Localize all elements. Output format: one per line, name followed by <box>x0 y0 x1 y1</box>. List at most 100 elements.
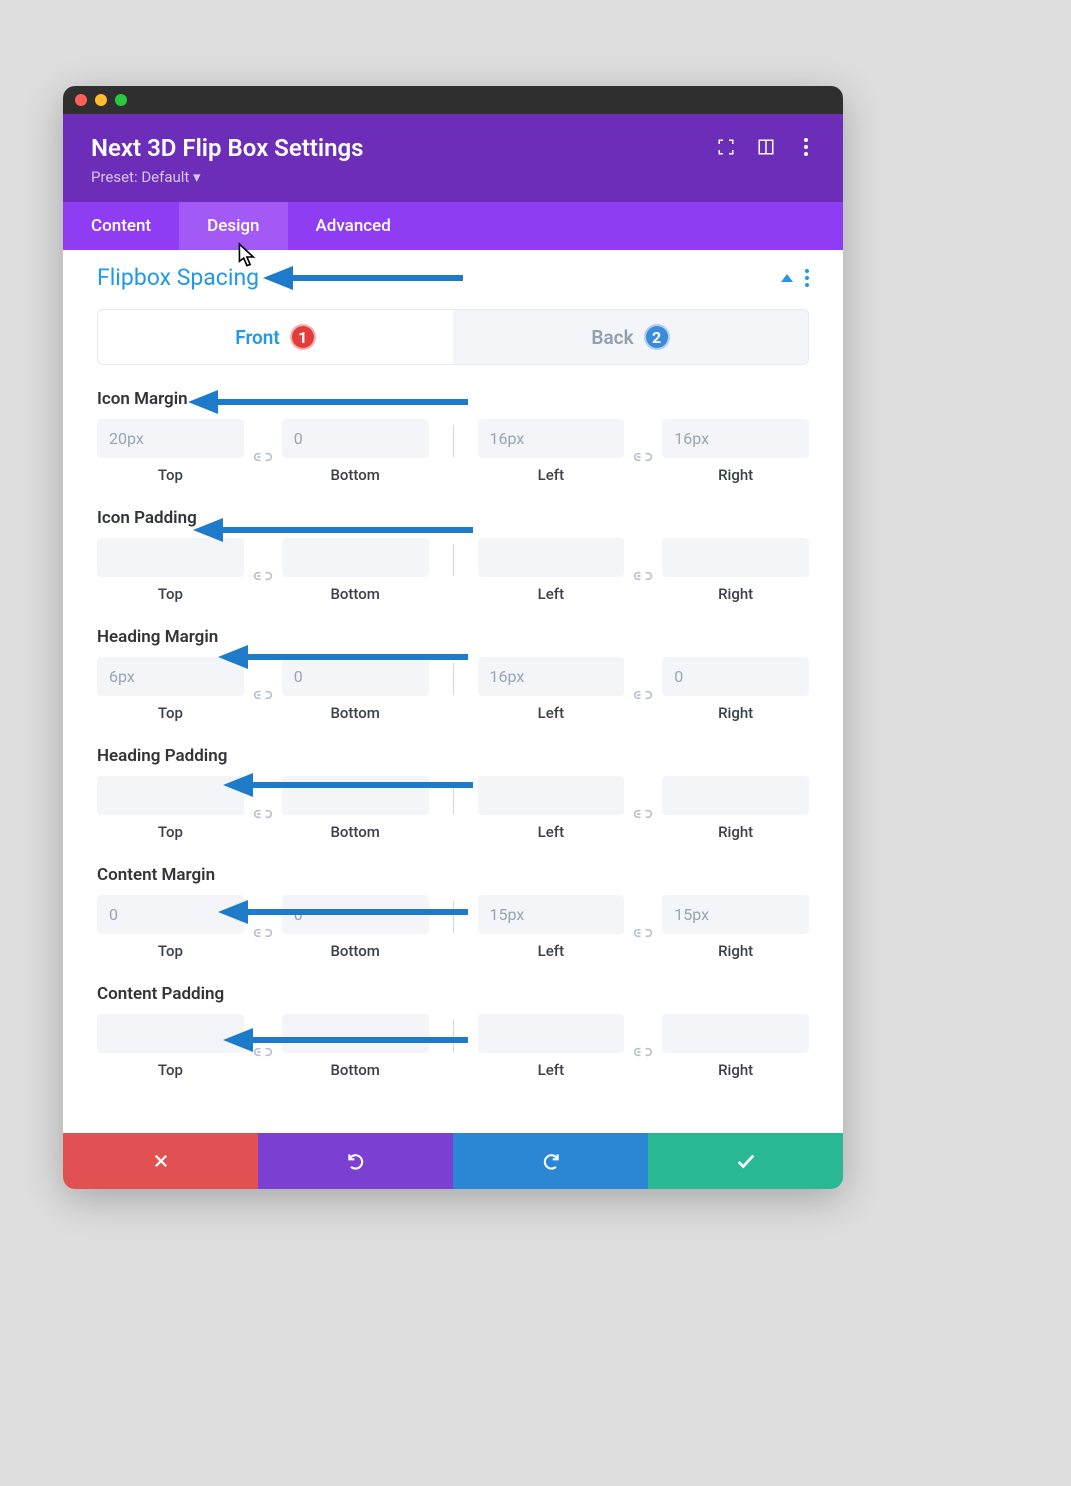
modal-footer <box>63 1133 843 1189</box>
caption-bottom: Bottom <box>282 823 429 841</box>
heading-margin-group: Heading Margin Top Bottom Left Right <box>97 627 809 722</box>
save-button[interactable] <box>648 1133 843 1189</box>
divider <box>453 901 454 933</box>
caption-left: Left <box>478 466 625 484</box>
contentPadding-left-input[interactable] <box>478 1014 625 1053</box>
field-label: Icon Padding <box>97 508 809 528</box>
divider <box>453 544 454 576</box>
link-icon[interactable] <box>244 657 282 722</box>
badge-1: 1 <box>290 324 316 350</box>
modal-title: Next 3D Flip Box Settings <box>91 134 364 162</box>
caption-left: Left <box>478 942 625 960</box>
headingPadding-right-input[interactable] <box>662 776 809 815</box>
more-icon[interactable] <box>797 138 815 156</box>
contentMargin-bottom-input[interactable] <box>282 895 429 934</box>
divider <box>453 425 454 457</box>
iconPadding-right-input[interactable] <box>662 538 809 577</box>
heading-padding-group: Heading Padding Top Bottom Left Right <box>97 746 809 841</box>
headingMargin-right-input[interactable] <box>662 657 809 696</box>
link-icon[interactable] <box>244 776 282 841</box>
caption-bottom: Bottom <box>282 585 429 603</box>
subtab-back-label: Back <box>591 326 633 349</box>
caption-right: Right <box>662 704 809 722</box>
iconMargin-bottom-input[interactable] <box>282 419 429 458</box>
caption-left: Left <box>478 585 625 603</box>
iconMargin-left-input[interactable] <box>478 419 625 458</box>
caption-left: Left <box>478 823 625 841</box>
iconPadding-left-input[interactable] <box>478 538 625 577</box>
caption-right: Right <box>662 1061 809 1079</box>
link-icon[interactable] <box>244 895 282 960</box>
headingPadding-bottom-input[interactable] <box>282 776 429 815</box>
contentMargin-top-input[interactable] <box>97 895 244 934</box>
contentMargin-left-input[interactable] <box>478 895 625 934</box>
front-back-tabs: Front 1 Back 2 <box>97 309 809 365</box>
main-tabs: Content Design Advanced <box>63 202 843 250</box>
caption-right: Right <box>662 466 809 484</box>
headingMargin-left-input[interactable] <box>478 657 625 696</box>
headingPadding-top-input[interactable] <box>97 776 244 815</box>
tab-design[interactable]: Design <box>179 202 287 250</box>
field-label: Heading Margin <box>97 627 809 647</box>
link-icon[interactable] <box>244 538 282 603</box>
headingMargin-bottom-input[interactable] <box>282 657 429 696</box>
iconMargin-right-input[interactable] <box>662 419 809 458</box>
link-icon[interactable] <box>624 1014 662 1079</box>
contentPadding-top-input[interactable] <box>97 1014 244 1053</box>
contentPadding-bottom-input[interactable] <box>282 1014 429 1053</box>
icon-margin-group: Icon Margin Top Bottom Left Right <box>97 389 809 484</box>
iconMargin-top-input[interactable] <box>97 419 244 458</box>
columns-icon[interactable] <box>757 138 775 156</box>
link-icon[interactable] <box>624 895 662 960</box>
link-icon[interactable] <box>244 1014 282 1079</box>
cancel-button[interactable] <box>63 1133 258 1189</box>
window-titlebar <box>63 86 843 114</box>
content-padding-group: Content Padding Top Bottom Left Right <box>97 984 809 1079</box>
subtab-front-label: Front <box>235 326 280 349</box>
field-label: Content Padding <box>97 984 809 1004</box>
iconPadding-top-input[interactable] <box>97 538 244 577</box>
caption-left: Left <box>478 1061 625 1079</box>
field-label: Icon Margin <box>97 389 809 409</box>
link-icon[interactable] <box>624 419 662 484</box>
panel-body: Flipbox Spacing Front 1 Back 2 Icon Marg… <box>63 250 843 1133</box>
tab-content[interactable]: Content <box>63 202 179 250</box>
contentPadding-right-input[interactable] <box>662 1014 809 1053</box>
contentMargin-right-input[interactable] <box>662 895 809 934</box>
collapse-icon[interactable] <box>781 274 793 282</box>
divider <box>453 663 454 695</box>
preset-selector[interactable]: Preset: Default ▾ <box>91 168 364 186</box>
modal-header: Next 3D Flip Box Settings Preset: Defaul… <box>63 114 843 202</box>
caption-bottom: Bottom <box>282 942 429 960</box>
window-minimize-dot[interactable] <box>95 94 107 106</box>
link-icon[interactable] <box>624 657 662 722</box>
caption-top: Top <box>97 942 244 960</box>
window-close-dot[interactable] <box>75 94 87 106</box>
caption-top: Top <box>97 704 244 722</box>
window-zoom-dot[interactable] <box>115 94 127 106</box>
caption-bottom: Bottom <box>282 704 429 722</box>
tab-advanced[interactable]: Advanced <box>288 202 419 250</box>
caption-bottom: Bottom <box>282 1061 429 1079</box>
subtab-front[interactable]: Front 1 <box>98 310 453 364</box>
link-icon[interactable] <box>624 776 662 841</box>
link-icon[interactable] <box>624 538 662 603</box>
iconPadding-bottom-input[interactable] <box>282 538 429 577</box>
badge-2: 2 <box>644 324 670 350</box>
expand-icon[interactable] <box>717 138 735 156</box>
undo-button[interactable] <box>258 1133 453 1189</box>
icon-padding-group: Icon Padding Top Bottom Left Right <box>97 508 809 603</box>
field-label: Heading Padding <box>97 746 809 766</box>
field-label: Content Margin <box>97 865 809 885</box>
headingMargin-top-input[interactable] <box>97 657 244 696</box>
divider <box>453 782 454 814</box>
section-options-icon[interactable] <box>805 269 809 287</box>
subtab-back[interactable]: Back 2 <box>453 310 808 364</box>
redo-button[interactable] <box>453 1133 648 1189</box>
link-icon[interactable] <box>244 419 282 484</box>
caption-right: Right <box>662 585 809 603</box>
caption-right: Right <box>662 942 809 960</box>
section-title[interactable]: Flipbox Spacing <box>97 264 259 291</box>
headingPadding-left-input[interactable] <box>478 776 625 815</box>
caption-left: Left <box>478 704 625 722</box>
